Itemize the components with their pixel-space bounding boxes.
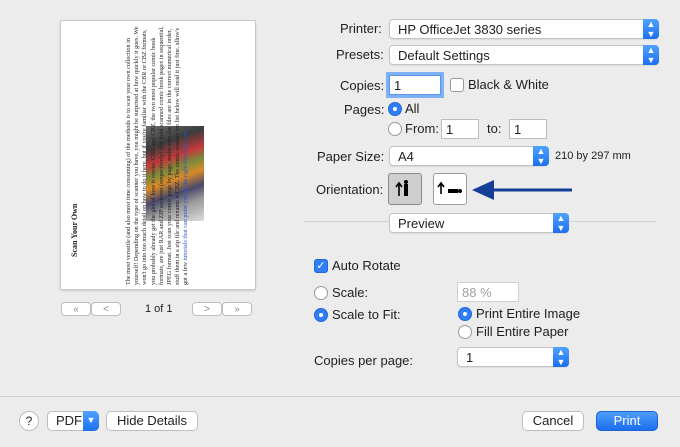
paper-size-popup[interactable]: A4 ▲ ▼: [389, 146, 549, 166]
copies-per-page-popup[interactable]: 1 ▲ ▼: [457, 347, 569, 367]
copies-field[interactable]: 1: [389, 75, 441, 95]
print-button[interactable]: Print: [596, 411, 658, 431]
help-button[interactable]: ?: [19, 411, 39, 431]
scale-to-fit-label: Scale to Fit:: [332, 307, 401, 322]
portrait-orientation-button[interactable]: [388, 173, 422, 205]
pages-from-radio[interactable]: [388, 122, 402, 136]
presets-value: Default Settings: [398, 48, 490, 63]
auto-rotate-checkbox[interactable]: ✓: [314, 259, 328, 273]
print-entire-image-label: Print Entire Image: [476, 306, 581, 321]
black-white-label: Black & White: [468, 77, 549, 92]
stepper-icon: ▲ ▼: [533, 146, 549, 166]
fill-entire-paper-label: Fill Entire Paper: [476, 324, 569, 339]
annotation-arrow-icon: [472, 180, 572, 200]
hide-details-button[interactable]: Hide Details: [106, 411, 198, 431]
chevron-down-icon: ▼: [83, 411, 99, 431]
pages-to-field[interactable]: 1: [509, 119, 547, 139]
presets-label: Presets:: [336, 47, 384, 62]
pages-all-radio[interactable]: [388, 102, 402, 116]
preview-doc-title: Scan Your Own: [70, 203, 79, 257]
pdf-label: PDF: [56, 413, 82, 428]
printer-label: Printer:: [340, 21, 382, 36]
orientation-label: Orientation:: [316, 182, 384, 197]
print-entire-image-radio[interactable]: [458, 307, 472, 321]
pages-from-label: From:: [405, 121, 439, 136]
copies-per-page-label: Copies per page:: [314, 353, 414, 368]
presets-popup[interactable]: Default Settings ▲ ▼: [389, 45, 659, 65]
scale-to-fit-radio[interactable]: [314, 308, 328, 322]
pdf-menu-button[interactable]: PDF ▼: [47, 411, 99, 431]
scale-field[interactable]: 88 %: [457, 282, 519, 302]
printer-popup[interactable]: HP OfficeJet 3830 series ▲ ▼: [389, 19, 659, 39]
stepper-icon: ▲ ▼: [643, 19, 659, 39]
pages-from-field[interactable]: 1: [441, 119, 479, 139]
scale-radio[interactable]: [314, 286, 328, 300]
printer-value: HP OfficeJet 3830 series: [398, 22, 542, 37]
landscape-icon: [437, 181, 462, 194]
next-page-button[interactable]: >: [192, 302, 222, 316]
pages-label: Pages:: [344, 102, 385, 117]
last-page-button[interactable]: »: [222, 302, 252, 316]
black-white-checkbox[interactable]: [450, 78, 464, 92]
stepper-icon: ▲ ▼: [553, 213, 569, 233]
paper-size-value: A4: [398, 149, 414, 164]
landscape-orientation-button[interactable]: [433, 173, 467, 205]
pages-to-label: to:: [487, 121, 502, 136]
stepper-icon: ▲ ▼: [643, 45, 659, 65]
portrait-icon: [395, 180, 408, 196]
copies-label: Copies:: [340, 78, 385, 93]
preview-link-text: tutorials that can point you in the righ…: [182, 129, 190, 261]
previous-page-button[interactable]: <: [91, 302, 121, 316]
scale-label: Scale:: [332, 285, 369, 300]
preview-body-text: The most versatile (and also most time c…: [125, 26, 190, 285]
footer-divider: [0, 396, 680, 397]
paper-size-label: Paper Size:: [317, 149, 385, 164]
first-page-button[interactable]: «: [61, 302, 91, 316]
paper-dimensions: 210 by 297 mm: [555, 150, 631, 162]
page-indicator: 1 of 1: [145, 303, 173, 315]
fill-entire-paper-radio[interactable]: [458, 325, 472, 339]
section-value: Preview: [398, 216, 445, 231]
section-popup[interactable]: Preview ▲ ▼: [389, 213, 569, 233]
pages-all-label: All: [405, 101, 420, 116]
print-preview-page: The most versatile (and also most time c…: [61, 21, 255, 289]
cancel-button[interactable]: Cancel: [522, 411, 584, 431]
copies-per-page-value: 1: [466, 350, 474, 365]
stepper-icon: ▲ ▼: [553, 347, 569, 367]
auto-rotate-label: Auto Rotate: [332, 258, 401, 273]
